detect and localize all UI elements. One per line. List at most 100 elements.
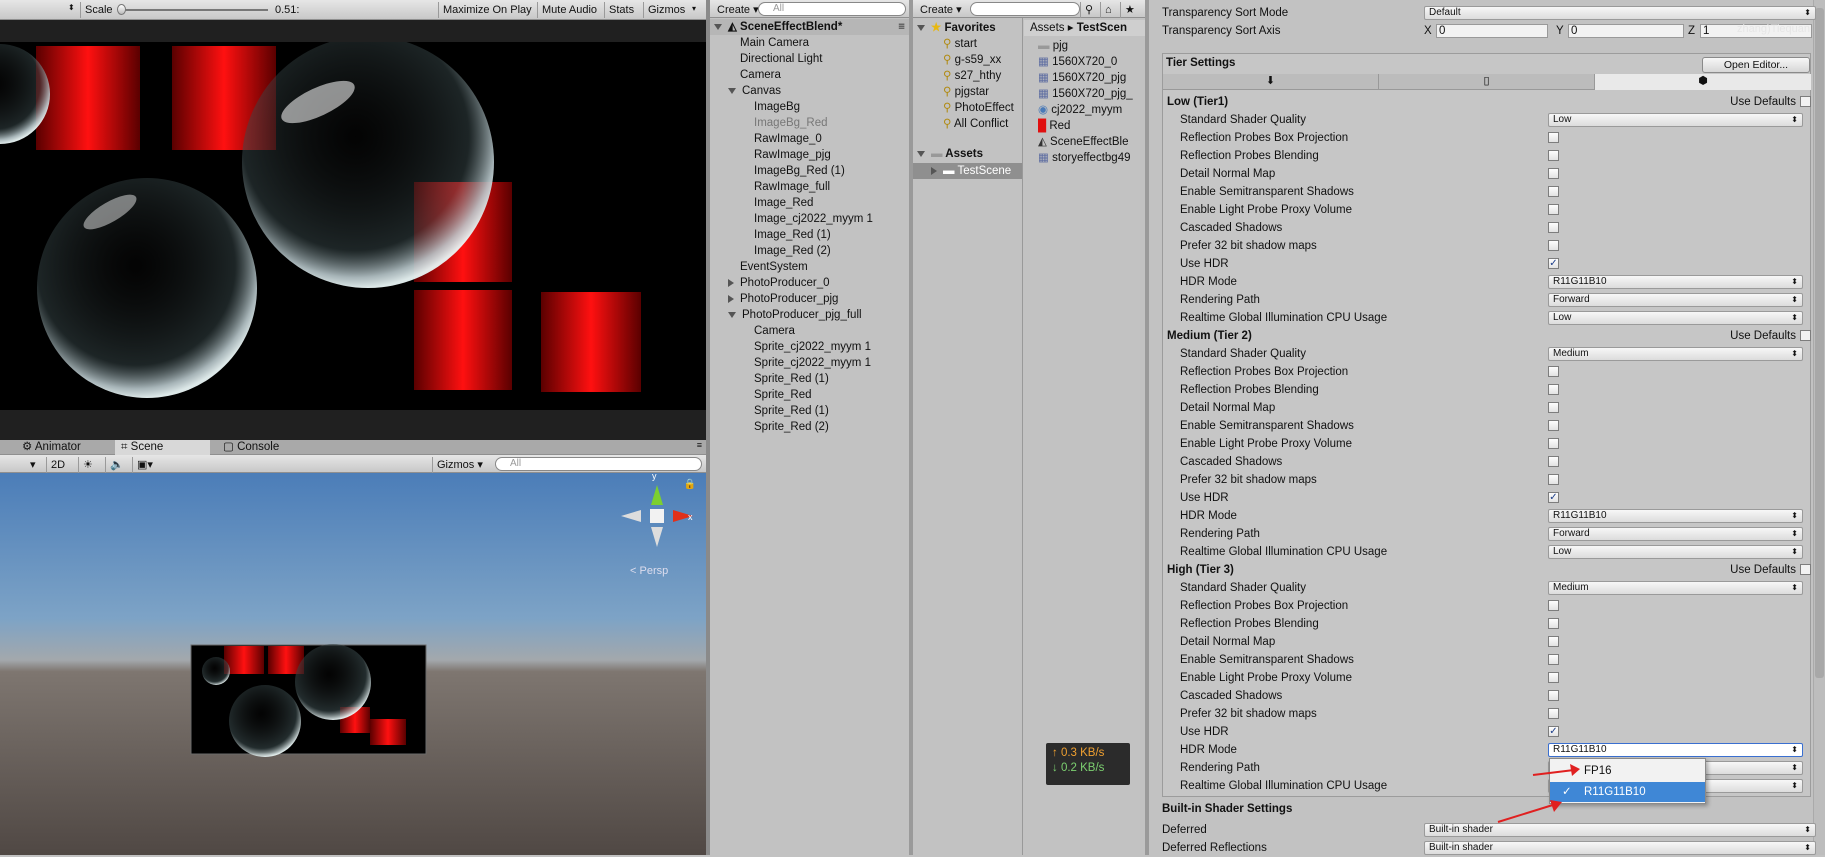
breadcrumb-testscene[interactable]: TestScen: [1077, 22, 1127, 34]
setting-checkbox[interactable]: [1548, 402, 1559, 413]
setting-checkbox[interactable]: [1548, 384, 1559, 395]
favorites-header[interactable]: ★ Favorites: [913, 20, 1022, 36]
setting-dropdown[interactable]: Forward ⬍: [1548, 527, 1803, 541]
hierarchy-item[interactable]: Image_Red (1): [710, 227, 909, 243]
hierarchy-item[interactable]: PhotoProducer_pjg: [710, 291, 909, 307]
2d-toggle[interactable]: 2D: [46, 457, 69, 473]
scene-viewport[interactable]: 🔒 y x < Persp: [0, 471, 706, 855]
setting-dropdown[interactable]: R11G11B10 ⬍: [1548, 509, 1803, 523]
maximize-on-play-button[interactable]: Maximize On Play: [438, 2, 536, 18]
setting-checkbox[interactable]: [1548, 690, 1559, 701]
use-defaults-toggle[interactable]: Use Defaults: [1730, 561, 1811, 579]
hierarchy-item[interactable]: RawImage_0: [710, 131, 909, 147]
hierarchy-item[interactable]: Canvas: [710, 83, 909, 99]
hierarchy-item[interactable]: Sprite_Red (1): [710, 371, 909, 387]
tree-item-testscene[interactable]: ▬ TestScene: [913, 163, 1022, 179]
search-by-label-icon[interactable]: ⌂: [1100, 2, 1116, 18]
favorite-item[interactable]: ⚲ s27_hthy: [913, 68, 1022, 84]
hierarchy-item[interactable]: Camera: [710, 67, 909, 83]
use-defaults-checkbox[interactable]: [1800, 330, 1811, 342]
tab-standalone[interactable]: ⬇: [1163, 74, 1379, 90]
project-search-input[interactable]: [970, 2, 1080, 16]
favorite-item[interactable]: ⚲ start: [913, 36, 1022, 52]
hierarchy-item[interactable]: PhotoProducer_0: [710, 275, 909, 291]
setting-checkbox[interactable]: [1548, 132, 1559, 143]
gizmos-dropdown-arrow-icon[interactable]: ▾: [692, 4, 696, 13]
setting-checkbox[interactable]: ✓: [1548, 258, 1559, 269]
use-defaults-checkbox[interactable]: [1800, 564, 1811, 576]
axis-x-field[interactable]: 0: [1436, 24, 1548, 38]
fold-open-icon[interactable]: [728, 87, 736, 94]
setting-checkbox[interactable]: [1548, 654, 1559, 665]
setting-dropdown[interactable]: Forward ⬍: [1548, 293, 1803, 307]
assets-header[interactable]: ▬ Assets: [913, 146, 1022, 162]
hierarchy-item[interactable]: Sprite_Red (1): [710, 403, 909, 419]
setting-checkbox[interactable]: [1548, 456, 1559, 467]
hierarchy-item[interactable]: RawImage_pjg: [710, 147, 909, 163]
hierarchy-item[interactable]: Camera: [710, 323, 909, 339]
setting-dropdown[interactable]: Medium ⬍: [1548, 581, 1803, 595]
setting-checkbox[interactable]: [1548, 240, 1559, 251]
setting-dropdown[interactable]: Medium ⬍: [1548, 347, 1803, 361]
setting-checkbox[interactable]: [1548, 618, 1559, 629]
panel-menu-icon[interactable]: ≡: [697, 440, 702, 450]
scale-slider[interactable]: [118, 9, 268, 11]
setting-checkbox[interactable]: ✓: [1548, 726, 1559, 737]
gizmos-button[interactable]: Gizmos: [643, 2, 689, 18]
setting-checkbox[interactable]: [1548, 636, 1559, 647]
search-by-type-icon[interactable]: ⚲: [1080, 2, 1097, 18]
scale-slider-thumb[interactable]: [117, 4, 126, 15]
setting-checkbox[interactable]: [1548, 186, 1559, 197]
open-editor-button[interactable]: Open Editor...: [1702, 57, 1810, 73]
lighting-toggle-icon[interactable]: ☀: [78, 457, 97, 473]
favorite-item[interactable]: ⚲ All Conflict: [913, 116, 1022, 132]
stats-button[interactable]: Stats: [604, 2, 638, 18]
mute-audio-button[interactable]: Mute Audio: [537, 2, 601, 18]
setting-checkbox[interactable]: [1548, 474, 1559, 485]
fold-open-icon[interactable]: [714, 23, 722, 30]
effects-toggle-icon[interactable]: ▣▾: [132, 457, 157, 473]
setting-dropdown[interactable]: Low ⬍: [1548, 545, 1803, 559]
setting-checkbox[interactable]: [1548, 150, 1559, 161]
hierarchy-item[interactable]: Main Camera: [710, 35, 909, 51]
hierarchy-item[interactable]: Image_cj2022_myym 1: [710, 211, 909, 227]
hierarchy-item[interactable]: EventSystem: [710, 259, 909, 275]
asset-item[interactable]: ▦ storyeffectbg49: [1024, 150, 1145, 166]
display-dropdown-arrow-icon[interactable]: ⬍: [68, 3, 75, 12]
hierarchy-item[interactable]: ImageBg: [710, 99, 909, 115]
fold-open-icon[interactable]: [728, 311, 736, 318]
scene-root-row[interactable]: ◭ SceneEffectBlend* ≡: [710, 19, 909, 35]
deferred-reflections-dropdown[interactable]: Built-in shader ⬍: [1424, 841, 1816, 855]
setting-checkbox[interactable]: [1548, 438, 1559, 449]
setting-dropdown[interactable]: Low ⬍: [1548, 311, 1803, 325]
hierarchy-item[interactable]: Image_Red: [710, 195, 909, 211]
asset-item[interactable]: ▦ 1560X720_pjg_: [1024, 86, 1145, 102]
asset-item[interactable]: █ Red: [1024, 118, 1145, 134]
hierarchy-search-input[interactable]: All: [758, 2, 906, 16]
asset-item[interactable]: ◉ cj2022_myym: [1024, 102, 1145, 118]
scene-search-input[interactable]: All: [495, 457, 702, 471]
hierarchy-item[interactable]: RawImage_full: [710, 179, 909, 195]
hierarchy-item[interactable]: Image_Red (2): [710, 243, 909, 259]
tab-console[interactable]: ▢ Console: [223, 440, 279, 455]
project-create-button[interactable]: Create ▾: [916, 2, 966, 18]
setting-checkbox[interactable]: [1548, 600, 1559, 611]
fold-closed-icon[interactable]: [728, 278, 734, 287]
hierarchy-create-button[interactable]: Create ▾: [713, 2, 763, 18]
use-defaults-toggle[interactable]: Use Defaults: [1730, 327, 1811, 345]
favorite-star-icon[interactable]: ★: [1120, 2, 1139, 18]
hierarchy-item[interactable]: Sprite_cj2022_myym 1: [710, 355, 909, 371]
orientation-gizmo[interactable]: [617, 481, 697, 551]
setting-checkbox[interactable]: [1548, 222, 1559, 233]
setting-checkbox[interactable]: [1548, 672, 1559, 683]
breadcrumb-assets[interactable]: Assets: [1030, 22, 1065, 34]
favorite-item[interactable]: ⚲ pjgstar: [913, 84, 1022, 100]
scene-menu-icon[interactable]: ≡: [898, 19, 905, 35]
tab-android[interactable]: ⬢: [1595, 74, 1811, 90]
audio-toggle-icon[interactable]: 🔈: [105, 457, 128, 473]
setting-checkbox[interactable]: [1548, 204, 1559, 215]
shading-mode-arrow-icon[interactable]: ▾: [26, 457, 40, 473]
scene-gizmos-button[interactable]: Gizmos ▾: [432, 457, 487, 473]
favorite-item[interactable]: ⚲ g-s59_xx: [913, 52, 1022, 68]
hierarchy-item[interactable]: Sprite_Red: [710, 387, 909, 403]
